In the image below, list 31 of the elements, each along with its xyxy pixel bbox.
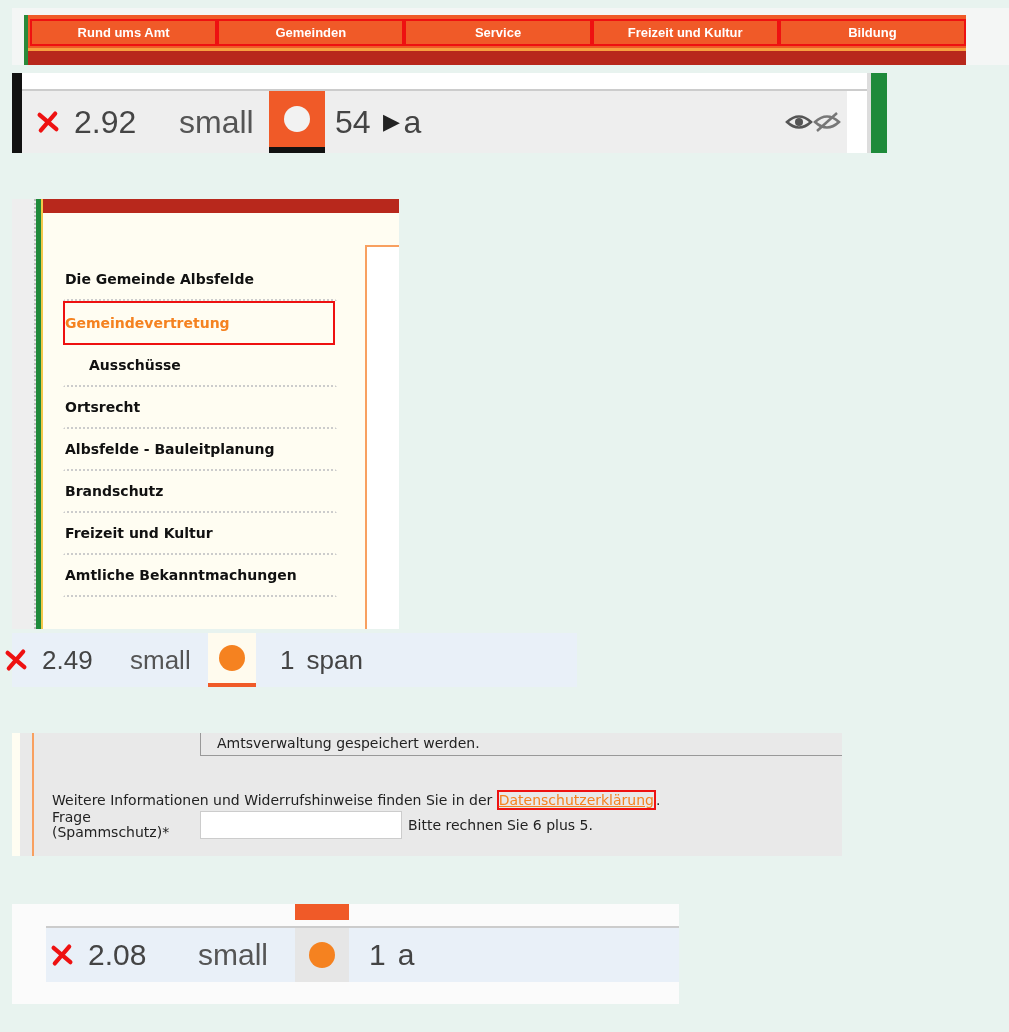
count-text: 1 bbox=[280, 644, 295, 676]
element-tag: span bbox=[306, 644, 363, 676]
size-text: small bbox=[130, 644, 192, 676]
sidebar-item[interactable]: Brandschutz bbox=[63, 471, 337, 513]
score-text: 2.49 bbox=[42, 644, 94, 676]
sidebar-item[interactable]: Freizeit und Kultur bbox=[63, 513, 337, 555]
cross-icon bbox=[4, 648, 28, 672]
cross-icon bbox=[50, 943, 74, 967]
sidebar-item[interactable]: Albsfelde - Bauleitplanung bbox=[63, 429, 337, 471]
count-text: 1 bbox=[369, 938, 386, 972]
count-text: 54 bbox=[335, 103, 371, 141]
visibility-icon[interactable] bbox=[785, 110, 843, 134]
size-text: small bbox=[179, 103, 255, 141]
sidebar-item[interactable]: Amtliche Bekanntmachungen bbox=[63, 555, 337, 597]
score-text: 2.92 bbox=[74, 103, 138, 141]
score-text: 2.08 bbox=[88, 938, 148, 972]
field-label: Frage (Spammschutz)* bbox=[52, 810, 171, 841]
form-note: Amtsverwaltung gespeichert werden. bbox=[200, 733, 842, 756]
cross-icon bbox=[36, 110, 60, 134]
info-text: Weitere Informationen und Widerrufshinweise finden Sie in der Datenschutzerklärung. bbox=[52, 792, 662, 808]
sidebar-item[interactable]: Ausschüsse bbox=[63, 345, 337, 387]
status-marker bbox=[208, 633, 256, 687]
caret-icon: ▶ bbox=[382, 109, 400, 135]
status-marker bbox=[295, 928, 349, 982]
answer-field[interactable] bbox=[200, 811, 402, 840]
size-text: small bbox=[198, 938, 269, 972]
sidebar-item[interactable]: Ortsrecht bbox=[63, 387, 337, 429]
element-tag: a bbox=[397, 938, 415, 972]
field-hint: Bitte rechnen Sie 6 plus 5. bbox=[408, 817, 593, 834]
element-tag: a bbox=[403, 103, 422, 141]
sidebar-item[interactable]: Die Gemeinde Albsfelde bbox=[63, 259, 337, 301]
